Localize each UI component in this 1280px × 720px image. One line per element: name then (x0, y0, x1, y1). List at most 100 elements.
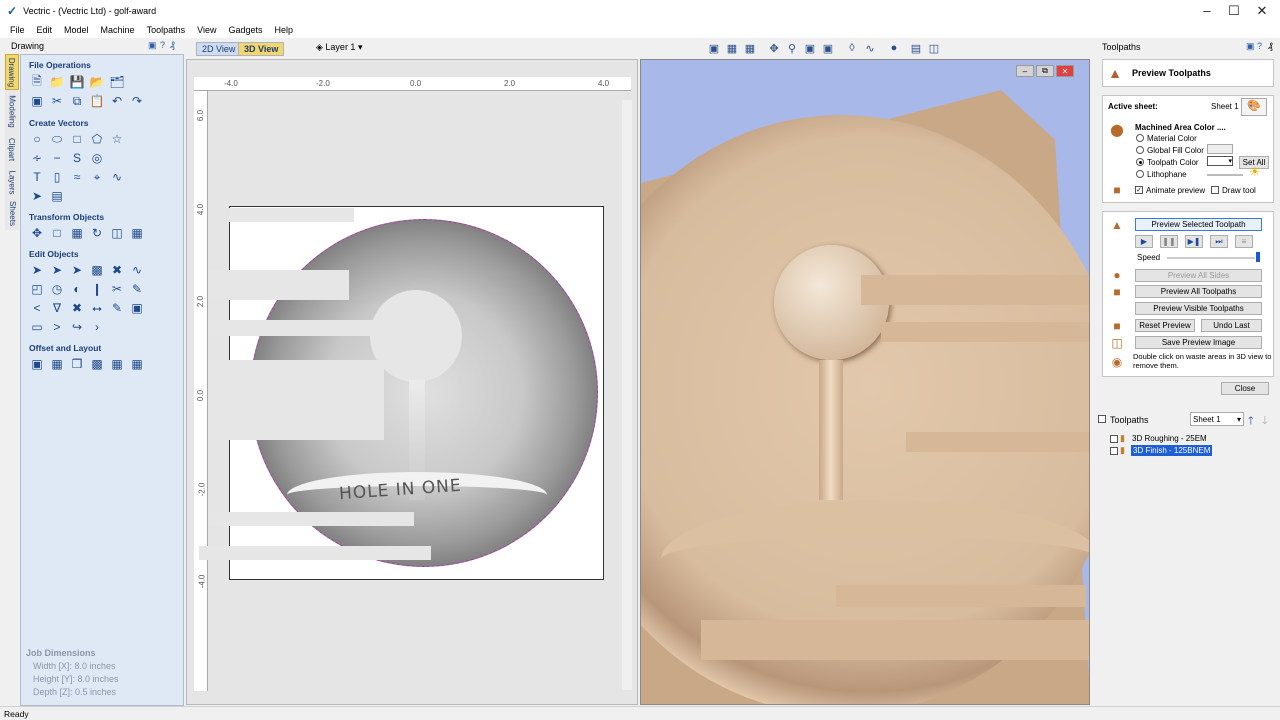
preview-selected-toolpath-button[interactable]: Preview Selected Toolpath (1135, 218, 1262, 231)
subtract-icon[interactable]: ◷ (49, 281, 65, 297)
move-up-icon[interactable]: 🡑 (1248, 412, 1254, 431)
nesting-icon[interactable]: ▩ (89, 356, 105, 372)
preview-all-toolpaths-button[interactable]: Preview All Toolpaths (1135, 285, 1262, 298)
global-fill-color-radio[interactable] (1136, 146, 1144, 154)
move-icon[interactable]: ✥ (29, 225, 45, 241)
join-icon[interactable]: ❙ (89, 281, 105, 297)
arc-icon[interactable]: S (69, 150, 85, 166)
menu-edit[interactable]: Edit (31, 25, 59, 35)
spiral-icon[interactable]: ◎ (89, 150, 105, 166)
view-minimize-icon[interactable]: – (1016, 65, 1034, 77)
step-forward-icon[interactable]: ▶❚ (1185, 235, 1203, 248)
draw-line-icon[interactable]: ➤ (29, 188, 45, 204)
view-restore-icon[interactable]: ⧉ (1036, 65, 1054, 77)
distort-icon[interactable]: ▦ (129, 225, 145, 241)
paste-icon[interactable]: 📋 (89, 93, 105, 109)
tab-modeling[interactable]: Modeling (5, 91, 19, 131)
toolpath-visible-checkbox[interactable] (1110, 435, 1118, 443)
toolpath-row[interactable]: ▮ 3D Finish - 125BNEM (1108, 445, 1276, 457)
help-icon[interactable]: ▣ (1246, 41, 1255, 52)
vertical-scrollbar[interactable] (622, 100, 632, 690)
ungroup-icon[interactable]: ✖ (109, 262, 125, 278)
pause-icon[interactable]: ❚❚ (1160, 235, 1178, 248)
split-view-icon[interactable]: ▤ (908, 40, 924, 56)
light-icon[interactable]: ☀ (1249, 164, 1261, 180)
cut-icon[interactable]: ✂ (49, 93, 65, 109)
draw-tool-checkbox[interactable] (1211, 186, 1219, 194)
pin-icon[interactable]: ₰ (1268, 41, 1273, 51)
toolpath-row[interactable]: ▮ 3D Roughing - 25EM (1108, 433, 1276, 445)
grid-icon[interactable]: ▦ (742, 40, 758, 56)
help-icon[interactable]: ▣ (148, 40, 157, 51)
toolpath-visible-checkbox[interactable] (1110, 447, 1118, 455)
preview-all-sides-button[interactable]: Preview All Sides (1135, 269, 1262, 282)
global-fill-color-swatch[interactable] (1207, 144, 1233, 154)
new-file-icon[interactable]: 🗎 (29, 74, 45, 90)
speed-slider[interactable] (1167, 257, 1255, 259)
block-copy-icon[interactable]: ▦ (109, 356, 125, 372)
text-icon[interactable]: T (29, 169, 45, 185)
fillet-icon[interactable]: ✎ (129, 281, 145, 297)
help-question-icon[interactable]: ? (160, 40, 165, 50)
snap-icon[interactable]: ◊ (844, 40, 860, 56)
rotate-view-icon[interactable]: ∿ (862, 40, 878, 56)
import-icon[interactable]: 📂 (89, 74, 105, 90)
copy-icon[interactable]: ⧉ (69, 93, 85, 109)
view-2d[interactable]: -4.0 -2.0 0.0 2.0 4.0 6.0 4.0 2.0 0.0 -2… (186, 59, 638, 705)
view-close-icon[interactable]: ✕ (1056, 65, 1074, 77)
offset-icon[interactable]: ▣ (29, 356, 45, 372)
menu-help[interactable]: Help (269, 25, 300, 35)
smooth-icon[interactable]: ∿ (129, 262, 145, 278)
open-file-icon[interactable]: 📁 (49, 74, 65, 90)
job-setup-icon[interactable]: ▣ (29, 93, 45, 109)
ellipse-icon[interactable]: ⬭ (49, 131, 65, 147)
menu-model[interactable]: Model (58, 25, 95, 35)
interactive-select-icon[interactable]: ➤ (69, 262, 85, 278)
material-color-radio[interactable] (1136, 134, 1144, 142)
menu-view[interactable]: View (191, 25, 222, 35)
measure-icon[interactable]: ▤ (49, 188, 65, 204)
weld-icon[interactable]: ◰ (29, 281, 45, 297)
import-bitmap-icon[interactable]: 🗂 (109, 74, 125, 90)
trim-icon[interactable]: ✂ (109, 281, 125, 297)
toolpath-color-radio[interactable] (1136, 158, 1144, 166)
arrow-right-icon[interactable]: > (49, 319, 65, 335)
zoom-icon[interactable]: ▦ (724, 40, 740, 56)
zoom-box-icon[interactable]: ▣ (802, 40, 818, 56)
tile-view-icon[interactable]: ◫ (926, 40, 942, 56)
view-3d[interactable] (640, 59, 1090, 705)
save-preview-image-button[interactable]: Save Preview Image (1135, 336, 1262, 349)
boolean-icon[interactable]: ⭤ (89, 300, 105, 316)
bend-icon[interactable]: ↪ (69, 319, 85, 335)
rotate-icon[interactable]: ↻ (89, 225, 105, 241)
closed-icon[interactable]: ∇ (49, 300, 65, 316)
rectangle-icon[interactable]: □ (69, 131, 85, 147)
undo-last-button[interactable]: Undo Last (1201, 319, 1262, 332)
align-icon[interactable]: ▦ (69, 225, 85, 241)
redo-icon[interactable]: ↷ (129, 93, 145, 109)
auto-layout-text-icon[interactable]: ▯ (49, 169, 65, 185)
lithophane-radio[interactable] (1136, 170, 1144, 178)
circular-array-icon[interactable]: ❒ (69, 356, 85, 372)
preview-visible-toolpaths-button[interactable]: Preview Visible Toolpaths (1135, 302, 1262, 315)
help-question-icon[interactable]: ? (1257, 41, 1262, 51)
zoom-in-icon[interactable]: ⚲ (784, 40, 800, 56)
menu-file[interactable]: File (4, 25, 31, 35)
skip-end-icon[interactable]: ⏭ (1210, 235, 1228, 248)
select-icon[interactable]: ➤ (29, 262, 45, 278)
close-icon[interactable]: ✕ (1245, 0, 1279, 21)
curve-icon[interactable]: − (49, 150, 65, 166)
extend-icon[interactable]: < (29, 300, 45, 316)
star-icon[interactable]: ☆ (109, 131, 125, 147)
toolpath-color-swatch[interactable]: ▾ (1207, 156, 1233, 166)
chevron-right-icon[interactable]: › (89, 319, 105, 335)
auto-close-icon[interactable]: ✎ (109, 300, 125, 316)
arc-text-icon[interactable]: ∿ (109, 169, 125, 185)
polyline-icon[interactable]: ∻ (29, 150, 45, 166)
lighting-icon[interactable]: ● (886, 40, 902, 56)
zoom-selection-icon[interactable]: ▣ (820, 40, 836, 56)
zoom-extents-icon[interactable]: ▣ (706, 40, 722, 56)
palette-icon[interactable]: 🎨 (1241, 98, 1267, 116)
intersect-icon[interactable]: ◐ (69, 281, 85, 297)
undo-icon[interactable]: ↶ (109, 93, 125, 109)
